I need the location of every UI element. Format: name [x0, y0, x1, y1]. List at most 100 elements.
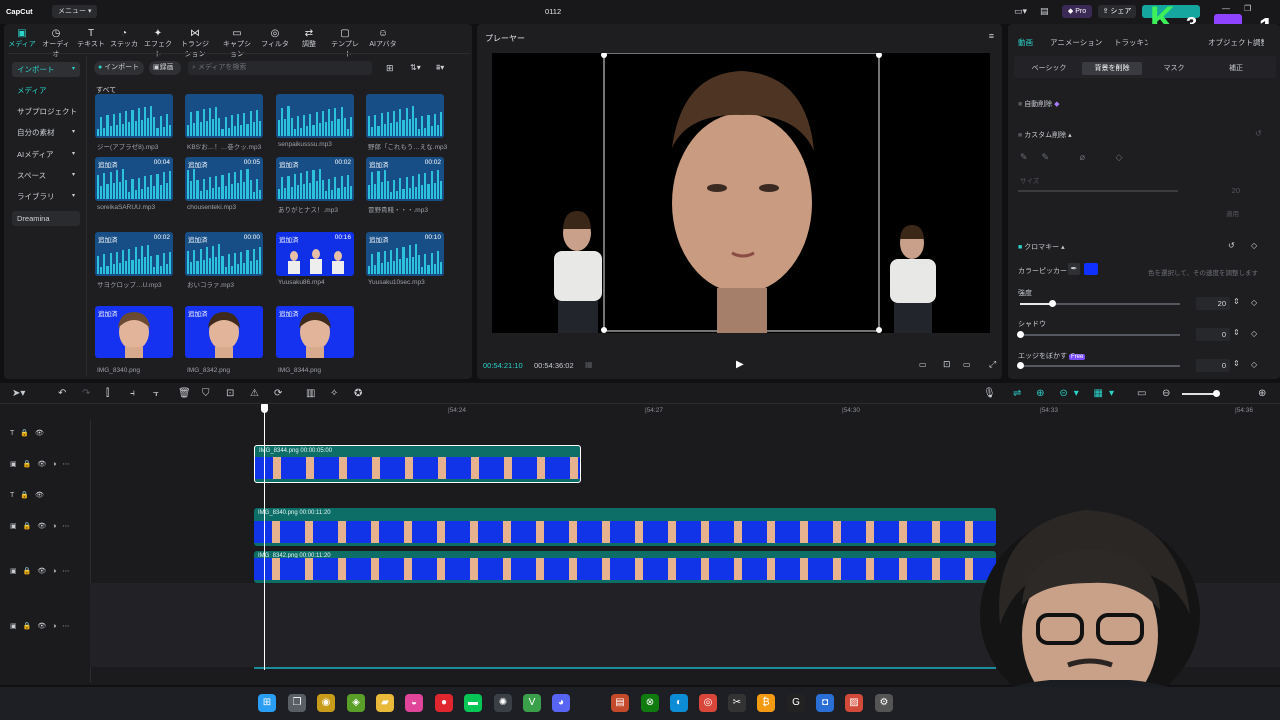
sidebar-item-subproject[interactable]: サブプロジェクト	[12, 104, 80, 119]
expand-icon[interactable]: ⤢	[989, 359, 996, 370]
pro-button[interactable]: ◆ Pro	[1062, 5, 1092, 18]
subtab-correction[interactable]: 補正	[1206, 62, 1266, 75]
media-item-thumb[interactable]: 追加済 00:02	[95, 232, 173, 276]
keyframe-icon[interactable]: ◇	[1251, 360, 1257, 369]
tool-media[interactable]: ▣ メディア	[5, 28, 39, 49]
share-button[interactable]: ⇪ シェア	[1098, 5, 1136, 18]
subtab-basic[interactable]: ベーシック	[1018, 62, 1080, 75]
tool-sticker[interactable]: ◔ ステッカー	[107, 28, 141, 59]
bitcoin-icon[interactable]: ₿	[757, 694, 775, 712]
custom-remove-row[interactable]: ■ カスタム削除 ▴	[1018, 130, 1072, 140]
subtab-remove-bg[interactable]: 背景を削除	[1082, 62, 1142, 75]
capcut-icon[interactable]: ✂	[728, 694, 746, 712]
menu-button[interactable]: メニュー ▾	[52, 5, 98, 18]
player-menu-icon[interactable]: ≡	[989, 31, 994, 41]
tool-template[interactable]: ▢ テンプレート	[328, 28, 362, 59]
stepper-icon[interactable]: ⇕	[1233, 328, 1240, 337]
playhead-handle[interactable]	[261, 404, 268, 413]
chatgpt-icon[interactable]: ✺	[494, 694, 512, 712]
microphone-icon[interactable]: 🎙	[983, 389, 996, 399]
clip-img-8344[interactable]: IMG_8344.png 00:00:05:00	[254, 445, 581, 483]
panel-icon[interactable]: ▤	[1040, 6, 1049, 17]
media-item-thumb[interactable]: 追加済	[185, 306, 263, 358]
keyframe-icon[interactable]: ◇	[1251, 241, 1257, 250]
play-icon[interactable]: ▶	[736, 359, 744, 370]
select-tool-icon[interactable]: ➤▾	[12, 389, 25, 399]
tool-ai-avatar[interactable]: ☺ AIアバター	[366, 28, 400, 59]
tab-object-adjust[interactable]: オブジェクト調整	[1208, 37, 1264, 48]
rotate-icon[interactable]: ⟳	[274, 389, 282, 399]
maximize-icon[interactable]: ❐	[1244, 4, 1251, 13]
sidebar-item-library[interactable]: ライブラリ ▾	[12, 189, 80, 204]
settings-icon[interactable]: ⚙	[875, 694, 893, 712]
split-icon[interactable]: ⫿	[106, 389, 109, 399]
stepper-icon[interactable]: ⇕	[1233, 297, 1240, 306]
tool-audio[interactable]: ◷ オーディオ	[39, 28, 73, 59]
timeline-grid-icon[interactable]: ▦	[585, 360, 593, 369]
auto-remove-row[interactable]: ■ 自動削除 ◆	[1018, 99, 1060, 109]
sidebar-item-dreamina[interactable]: Dreamina	[12, 211, 80, 226]
track-controls[interactable]: ▣🔒👁◑⋯	[10, 460, 75, 468]
obs-icon[interactable]: ●	[435, 694, 453, 712]
eyedropper-icon[interactable]: ✒	[1068, 263, 1080, 275]
color-swatch[interactable]	[1084, 263, 1098, 275]
zoom-fit-icon[interactable]: ⊕	[1258, 389, 1266, 399]
marker-icon[interactable]: ⛉	[202, 389, 210, 399]
ratio-icon[interactable]: ▭	[963, 360, 971, 369]
split-right-icon[interactable]: ⫟	[153, 389, 159, 399]
keyframe-icon[interactable]: ◇	[1251, 329, 1257, 338]
zoom-knob[interactable]	[1213, 390, 1220, 397]
grid-view-icon[interactable]: ⊞	[386, 63, 394, 74]
reset-icon[interactable]: ↺	[1228, 241, 1235, 250]
tool-transition[interactable]: ⋈ トランジション	[178, 28, 212, 59]
github-icon[interactable]: G	[787, 694, 805, 712]
media-item-thumb[interactable]: 追加済 00:02	[366, 157, 444, 201]
slider-knob[interactable]	[1049, 300, 1056, 307]
sidebar-item-import[interactable]: インポート ▾	[12, 62, 80, 77]
folder-icon[interactable]: ▰	[376, 694, 394, 712]
redo-icon[interactable]: ↷	[82, 389, 90, 399]
track-controls[interactable]: ▣🔒👁◑⋯	[10, 567, 75, 575]
discord-icon[interactable]: ◕	[552, 694, 570, 712]
tab-video[interactable]: 動画	[1018, 37, 1033, 48]
chrome-canary-icon[interactable]: ◉	[317, 694, 335, 712]
media-item-thumb[interactable]	[366, 94, 444, 138]
media-item-thumb[interactable]	[185, 94, 263, 138]
edge-value[interactable]: 0	[1196, 359, 1230, 372]
crop-icon[interactable]: ⊡	[943, 359, 951, 370]
brush-tools[interactable]: ✎✎ ⌀ ◇	[1020, 152, 1136, 163]
media-item-thumb[interactable]	[95, 94, 173, 138]
crop-icon[interactable]: ⊡	[226, 389, 234, 399]
clip-img-8342[interactable]: IMG_8342.png 00:00:11:20	[254, 551, 996, 583]
media-item-thumb[interactable]	[276, 94, 354, 138]
keyframe-icon[interactable]: ◇	[1251, 298, 1257, 307]
clip-img-8340[interactable]: IMG_8340.png 00:00:11:20	[254, 508, 996, 546]
media-item-thumb[interactable]: 追加済 00:05	[185, 157, 263, 201]
slider-knob[interactable]	[1017, 331, 1024, 338]
record-button[interactable]: ▣録画	[149, 61, 181, 75]
slider-knob[interactable]	[1017, 362, 1024, 369]
fullscreen-quality-icon[interactable]: ▭	[919, 360, 927, 369]
playhead[interactable]	[264, 404, 265, 670]
media-search-input[interactable]: ⌕ メディアを検索	[188, 61, 372, 75]
tool-effect[interactable]: ✦ エフェクト	[141, 28, 175, 59]
mirror-icon[interactable]: ⚠	[250, 389, 259, 399]
windows-icon[interactable]: ⊞	[258, 694, 276, 712]
sidebar-item-media[interactable]: メディア	[12, 83, 80, 98]
track-controls[interactable]: ▣🔒👁◑⋯	[10, 622, 75, 630]
camera-app-icon[interactable]: ◘	[816, 694, 834, 712]
sidebar-item-my-assets[interactable]: 自分の素材 ▾	[12, 125, 80, 140]
edge-icon[interactable]: ◐	[670, 694, 688, 712]
freeze-icon[interactable]: ▥	[306, 389, 315, 399]
undo-icon[interactable]: ↶	[58, 389, 66, 399]
track-controls[interactable]: T🔒👁	[10, 491, 50, 499]
sidebar-item-space[interactable]: スペース ▾	[12, 168, 80, 183]
delete-icon[interactable]: 🗑	[178, 389, 191, 399]
tab-animation[interactable]: アニメーション	[1050, 37, 1102, 48]
intensity-value[interactable]: 20	[1196, 297, 1230, 310]
ai-icon[interactable]: ✪	[354, 389, 362, 399]
subtab-mask[interactable]: マスク	[1144, 62, 1204, 75]
vim-icon[interactable]: V	[523, 694, 541, 712]
media-item-thumb[interactable]: 追加済 00:02	[276, 157, 354, 201]
tool-adjust[interactable]: ⇄ 調整	[292, 28, 326, 49]
